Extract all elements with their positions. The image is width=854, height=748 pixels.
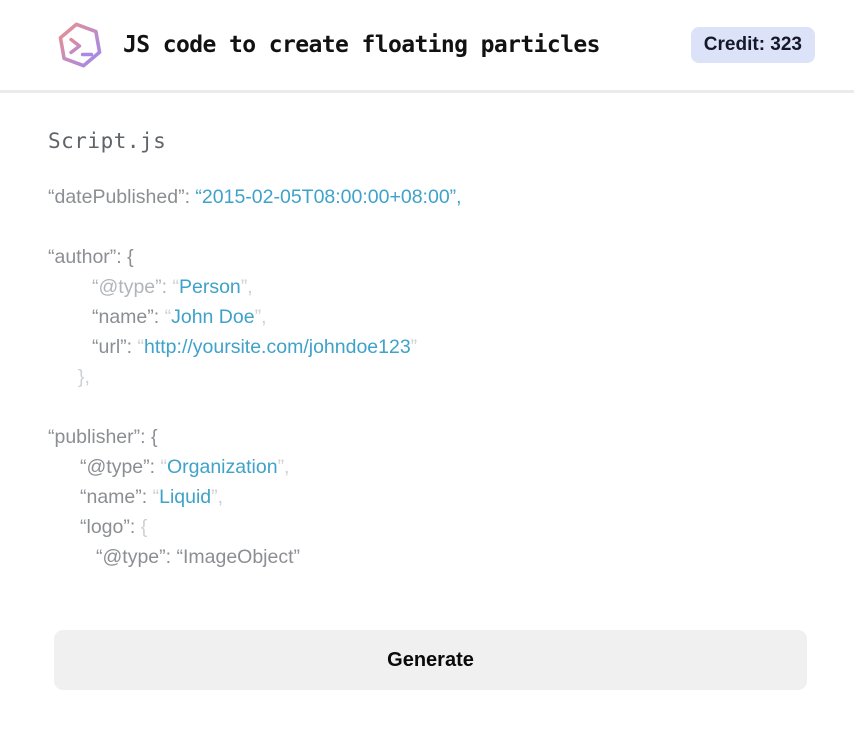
code-line: “@type”: “ImageObject” [48,542,814,572]
code-line: “logo”: { [48,512,814,542]
code-segment: { [140,516,148,538]
code-line: “datePublished”: “2015-02-05T08:00:00+08… [48,182,814,212]
app-header: JS code to create floating particles Cre… [0,0,854,93]
code-segment: “2015-02-05T08:00:00+08:00”, [195,186,462,208]
file-name-heading: Script.js [48,129,167,153]
code-segment: ”, [240,276,253,298]
code-segment: ”, [277,456,290,478]
code-segment: John Doe [171,306,255,328]
code-segment: “@type”: “ImageObject” [96,546,301,568]
credit-badge: Credit: 323 [690,27,815,63]
code-line: “publisher”: { [48,422,814,452]
terminal-hexagon-icon [52,17,108,73]
code-segment: Person [178,276,241,298]
page-title: JS code to create floating particles [123,32,601,58]
code-line: }, [48,362,814,392]
code-segment: “@type”: [92,276,173,298]
code-segment: ” [410,336,418,358]
code-segment: “logo”: [80,516,141,538]
code-segment: Liquid [159,486,212,508]
code-segment: ”, [211,486,224,508]
code-line: “@type”: “Organization”, [48,452,814,482]
code-segment: “name”: [92,306,165,328]
code-line: “name”: “Liquid”, [48,482,814,512]
code-line: “url”: “http://yoursite.com/johndoe123” [48,332,814,362]
code-segment: “author”: { [48,246,134,268]
code-block: “datePublished”: “2015-02-05T08:00:00+08… [48,182,814,572]
code-line: “author”: { [48,242,814,272]
code-segment: “url”: [92,336,138,358]
code-line: “name”: “John Doe”, [48,302,814,332]
code-segment: “publisher”: { [48,426,158,448]
main-content: Script.js “datePublished”: “2015-02-05T0… [0,93,854,690]
code-segment: ”, [254,306,267,328]
generate-button[interactable]: Generate [54,630,807,690]
code-segment: http://yoursite.com/johndoe123 [144,336,411,358]
code-segment: “datePublished”: [48,186,196,208]
code-segment: “@type”: [80,456,161,478]
code-segment: “name”: [80,486,153,508]
code-line: “@type”: “Person”, [48,272,814,302]
code-segment: Organization [166,456,278,478]
code-segment: }, [78,366,90,388]
